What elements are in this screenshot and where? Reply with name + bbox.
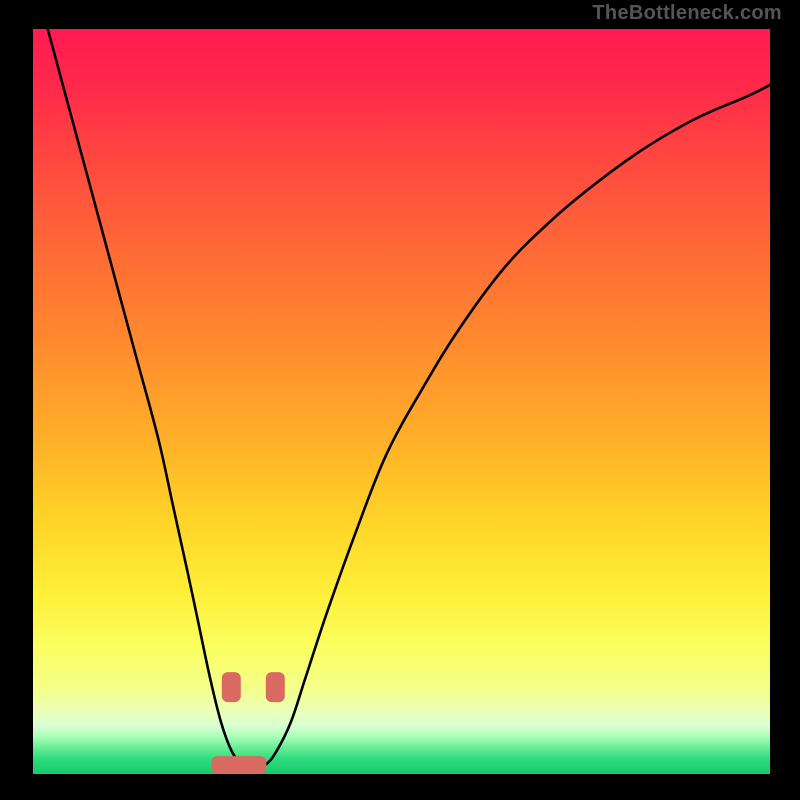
curve-nodule (211, 756, 266, 774)
plot-area (33, 29, 770, 774)
bottleneck-curve (33, 29, 770, 774)
curve-nodule (266, 672, 284, 702)
curve-nodule (222, 672, 240, 702)
watermark-text: TheBottleneck.com (592, 2, 782, 25)
